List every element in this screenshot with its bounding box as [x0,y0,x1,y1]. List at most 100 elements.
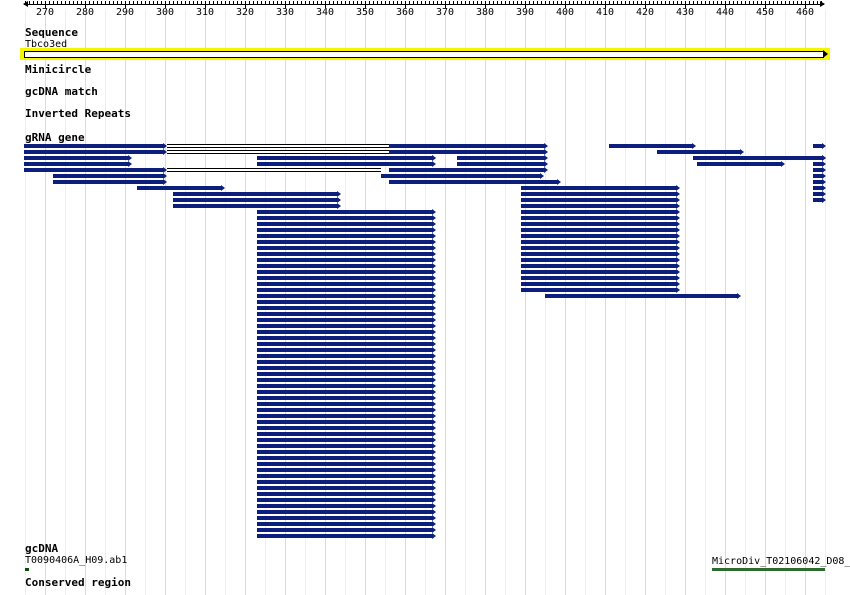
grna-gene-feature[interactable] [257,461,436,467]
grna-gene-feature[interactable] [813,161,826,167]
track-title-minicircle[interactable]: Minicircle [25,63,91,76]
grna-gene-feature[interactable] [521,239,680,245]
grna-gene-feature[interactable] [53,179,167,185]
grna-gene-feature[interactable] [257,299,436,305]
grna-gene-feature[interactable] [257,323,436,329]
grna-gene-feature[interactable] [521,191,680,197]
grna-gene-feature[interactable] [257,479,436,485]
grna-gene-feature[interactable] [24,149,167,155]
grna-gene-feature[interactable] [173,191,341,197]
grna-gene-feature[interactable] [257,533,436,539]
grna-gene-feature[interactable] [521,275,680,281]
grna-gene-feature[interactable] [389,167,548,173]
grna-gene-feature[interactable] [257,425,436,431]
grna-gene-feature[interactable] [257,227,436,233]
grna-gene-feature[interactable] [697,161,785,167]
grna-gene-feature[interactable] [53,173,167,179]
grna-gene-feature[interactable] [657,149,744,155]
grna-gene-feature[interactable] [521,257,680,263]
grna-gene-feature[interactable] [257,287,436,293]
grna-gene-feature[interactable] [257,263,436,269]
grna-gene-feature[interactable] [257,401,436,407]
grna-gene-feature[interactable] [257,467,436,473]
grna-gene-feature[interactable] [521,215,680,221]
grna-gene-feature[interactable] [257,341,436,347]
grna-gene-feature[interactable] [24,155,132,161]
grna-gene-feature[interactable] [24,167,167,173]
grna-gene-feature[interactable] [257,383,436,389]
grna-gene-feature[interactable] [257,245,436,251]
grna-gene-feature[interactable] [257,311,436,317]
grna-gene-feature[interactable] [257,527,436,533]
grna-gene-feature[interactable] [257,395,436,401]
grna-gene-feature[interactable] [257,317,436,323]
grna-gene-feature[interactable] [521,203,680,209]
track-title-grna-gene[interactable]: gRNA gene [25,131,85,144]
gcdna-left-feature[interactable] [25,568,29,571]
grna-gene-feature[interactable] [389,149,548,155]
grna-gene-feature[interactable] [521,209,680,215]
grna-gene-feature[interactable] [257,437,436,443]
grna-gene-feature[interactable] [257,353,436,359]
grna-gene-feature[interactable] [813,197,826,203]
grna-gene-feature[interactable] [457,155,548,161]
grna-gene-feature[interactable] [521,287,680,293]
grna-gene-feature[interactable] [521,185,680,191]
grna-gene-feature[interactable] [257,305,436,311]
grna-gene-feature[interactable] [257,233,436,239]
grna-gene-feature[interactable] [389,179,561,185]
grna-gene-feature[interactable] [257,365,436,371]
gcdna-right-feature[interactable] [712,568,825,571]
grna-gene-feature[interactable] [257,407,436,413]
grna-gene-feature[interactable] [257,419,436,425]
grna-gene-feature[interactable] [24,161,132,167]
grna-gene-feature[interactable] [521,263,680,269]
grna-gene-feature[interactable] [693,155,826,161]
grna-gene-feature[interactable] [257,491,436,497]
grna-gene-feature[interactable] [257,257,436,263]
track-title-gcdna-match[interactable]: gcDNA match [25,85,98,98]
grna-gene-feature[interactable] [257,335,436,341]
track-title-conserved-region[interactable]: Conserved region [25,576,131,589]
grna-gene-feature[interactable] [521,251,680,257]
grna-gene-feature[interactable] [813,143,826,149]
grna-gene-feature[interactable] [257,497,436,503]
grna-gene-feature[interactable] [257,503,436,509]
grna-gene-feature[interactable] [813,155,826,161]
grna-gene-feature[interactable] [173,203,341,209]
grna-gene-feature[interactable] [609,143,696,149]
grna-gene-feature[interactable] [257,485,436,491]
grna-gene-feature[interactable] [457,161,548,167]
grna-gene-feature[interactable] [257,377,436,383]
grna-gene-feature[interactable] [257,269,436,275]
grna-gene-feature[interactable] [813,173,826,179]
grna-gene-feature[interactable] [521,221,680,227]
grna-gene-feature[interactable] [257,329,436,335]
grna-gene-feature[interactable] [257,293,436,299]
grna-gene-feature[interactable] [257,281,436,287]
grna-gene-feature[interactable] [257,347,436,353]
grna-gene-feature[interactable] [257,239,436,245]
grna-gene-feature[interactable] [257,275,436,281]
grna-gene-feature[interactable] [173,197,341,203]
grna-gene-feature[interactable] [521,245,680,251]
grna-gene-feature[interactable] [257,215,436,221]
track-title-inverted-repeats[interactable]: Inverted Repeats [25,107,131,120]
grna-gene-feature[interactable] [257,521,436,527]
grna-gene-feature[interactable] [381,173,544,179]
grna-gene-feature[interactable] [257,515,436,521]
grna-gene-feature[interactable] [813,191,826,197]
grna-gene-feature[interactable] [257,251,436,257]
grna-gene-feature[interactable] [521,281,680,287]
grna-gene-feature[interactable] [521,233,680,239]
grna-gene-feature[interactable] [257,389,436,395]
grna-gene-feature[interactable] [24,143,167,149]
grna-gene-feature[interactable] [257,221,436,227]
grna-gene-feature[interactable] [257,161,436,167]
grna-gene-feature[interactable] [257,371,436,377]
grna-gene-feature[interactable] [137,185,225,191]
grna-gene-feature[interactable] [257,209,436,215]
grna-gene-feature[interactable] [813,185,826,191]
grna-gene-feature[interactable] [813,167,826,173]
sequence-feature[interactable] [20,48,830,60]
